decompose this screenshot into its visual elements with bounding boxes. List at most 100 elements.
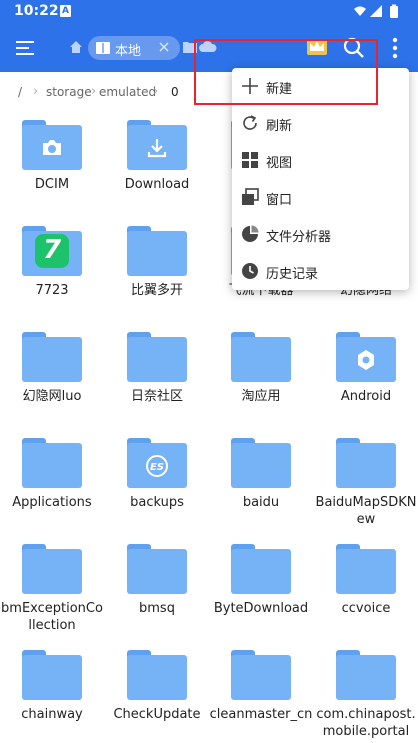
pie-chart-icon [242, 225, 259, 242]
folder-label: ByteDownload [213, 601, 309, 616]
menu-item-window[interactable]: 窗口 [232, 179, 409, 216]
menu-item-new[interactable]: 新建 [232, 68, 409, 105]
folder-icon [336, 332, 396, 382]
es-logo-icon: ES [146, 455, 168, 477]
folder-item[interactable]: bmExceptionCollection [0, 536, 104, 642]
status-time: 10:22 [14, 3, 59, 19]
folder-item[interactable]: 淘应用 [209, 324, 313, 430]
close-icon[interactable] [158, 41, 170, 53]
app-7723-icon: 7 [35, 234, 69, 268]
breadcrumb-item-emulated[interactable]: emulated [99, 85, 156, 99]
folder-item[interactable]: CheckUpdate [105, 642, 209, 743]
menu-item-file-analyzer[interactable]: 文件分析器 [232, 216, 409, 253]
folder-item[interactable]: Android [314, 324, 418, 430]
folder-label: 幻隐网luo [22, 389, 82, 404]
folder-icon [22, 438, 82, 488]
folder-label: bmExceptionCollection [1, 601, 103, 633]
folder-label: Applications [12, 495, 92, 510]
folder-icon [231, 438, 291, 488]
folder-icon: 7 [22, 226, 82, 276]
notification-a-icon: A [60, 5, 71, 17]
menu-item-history[interactable]: 历史记录 [232, 253, 409, 290]
folder-label: 比翼多开 [130, 283, 183, 298]
folder-label: chainway [21, 707, 83, 722]
more-vert-icon[interactable] [388, 36, 402, 60]
folder-label: 淘应用 [241, 389, 281, 404]
crown-icon[interactable] [306, 37, 328, 57]
folder-icon [127, 226, 187, 276]
folder-label: Android [340, 389, 392, 404]
folder-icon [336, 544, 396, 594]
menu-item-label: 视图 [266, 156, 293, 171]
menu-item-view[interactable]: 视图 [232, 142, 409, 179]
wifi-signal-battery-icon [354, 4, 398, 18]
breadcrumb-root[interactable]: / [18, 85, 22, 99]
folder-icon [22, 332, 82, 382]
file-manager-screen: 10:22 A 本地 / › storage › emulated › 0 DC… [0, 0, 418, 743]
gear-icon [358, 350, 374, 370]
folder-label: com.chinapost.mobile.portal [316, 707, 416, 739]
breadcrumb-separator: › [33, 84, 39, 99]
breadcrumb-separator: › [153, 84, 159, 99]
folder-item[interactable]: Applications [0, 430, 104, 536]
breadcrumb-separator: › [91, 84, 97, 99]
folder-icon [127, 332, 187, 382]
folder-icon [127, 120, 187, 170]
plus-icon [242, 78, 258, 94]
folder-icon [22, 120, 82, 170]
status-bar: 10:22 A [0, 0, 418, 24]
folder-item[interactable]: bmsq [105, 536, 209, 642]
folder-item[interactable]: 7 7723 [0, 218, 104, 324]
hamburger-menu-icon[interactable] [15, 38, 35, 58]
folder-label: 7723 [35, 283, 69, 298]
menu-item-refresh[interactable]: 刷新 [232, 105, 409, 142]
folder-icon [22, 650, 82, 700]
home-icon[interactable] [69, 40, 83, 54]
menu-item-label: 刷新 [266, 119, 293, 134]
folder-label: Download [124, 177, 190, 192]
folder-item[interactable]: ccvoice [314, 536, 418, 642]
folder-item[interactable]: 幻隐网luo [0, 324, 104, 430]
folder-item[interactable]: com.chinapost.mobile.portal [314, 642, 418, 743]
download-icon [147, 139, 167, 158]
folder-item[interactable]: baidu [209, 430, 313, 536]
folder-label: CheckUpdate [113, 707, 201, 722]
folder-label: cleanmaster_cn [209, 707, 313, 722]
folder-label: baidu [242, 495, 280, 510]
folder-icon [127, 544, 187, 594]
status-indicators [352, 4, 406, 24]
folder-label: bmsq [139, 601, 175, 616]
folder-tab-icon[interactable] [183, 40, 197, 53]
folder-icon [231, 650, 291, 700]
breadcrumb-item-storage[interactable]: storage [46, 85, 92, 99]
folder-icon [127, 650, 187, 700]
search-icon[interactable] [343, 37, 365, 59]
folder-icon [336, 438, 396, 488]
folder-label: ccvoice [341, 601, 391, 616]
windows-icon [242, 188, 259, 205]
tab-local-label: 本地 [115, 44, 142, 59]
menu-item-label: 新建 [266, 82, 293, 97]
breadcrumb-item-current[interactable]: 0 [171, 85, 179, 99]
cloud-icon[interactable] [199, 41, 217, 52]
folder-item[interactable]: BaiduMapSDKNew [314, 430, 418, 536]
svg-text:ES: ES [150, 462, 164, 473]
folder-label: 日奈社区 [130, 389, 183, 404]
top-toolbar: 本地 [0, 24, 418, 72]
overflow-popup-menu: 新建 刷新 视图 窗口 文件分析器 历史记录 [232, 68, 409, 290]
folder-item[interactable]: DCIM [0, 112, 104, 218]
folder-item[interactable]: ByteDownload [209, 536, 313, 642]
grid-view-icon [242, 152, 258, 168]
folder-item[interactable]: Download [105, 112, 209, 218]
folder-item[interactable]: chainway [0, 642, 104, 743]
tab-local[interactable]: 本地 [88, 36, 180, 60]
camera-icon [43, 140, 61, 155]
folder-item[interactable]: 日奈社区 [105, 324, 209, 430]
folder-label: BaiduMapSDKNew [315, 495, 417, 527]
folder-icon [336, 650, 396, 700]
folder-item[interactable]: ES backups [105, 430, 209, 536]
menu-item-label: 窗口 [266, 193, 293, 208]
folder-item[interactable]: cleanmaster_cn [209, 642, 313, 743]
folder-item[interactable]: 比翼多开 [105, 218, 209, 324]
clock-icon [242, 263, 258, 279]
